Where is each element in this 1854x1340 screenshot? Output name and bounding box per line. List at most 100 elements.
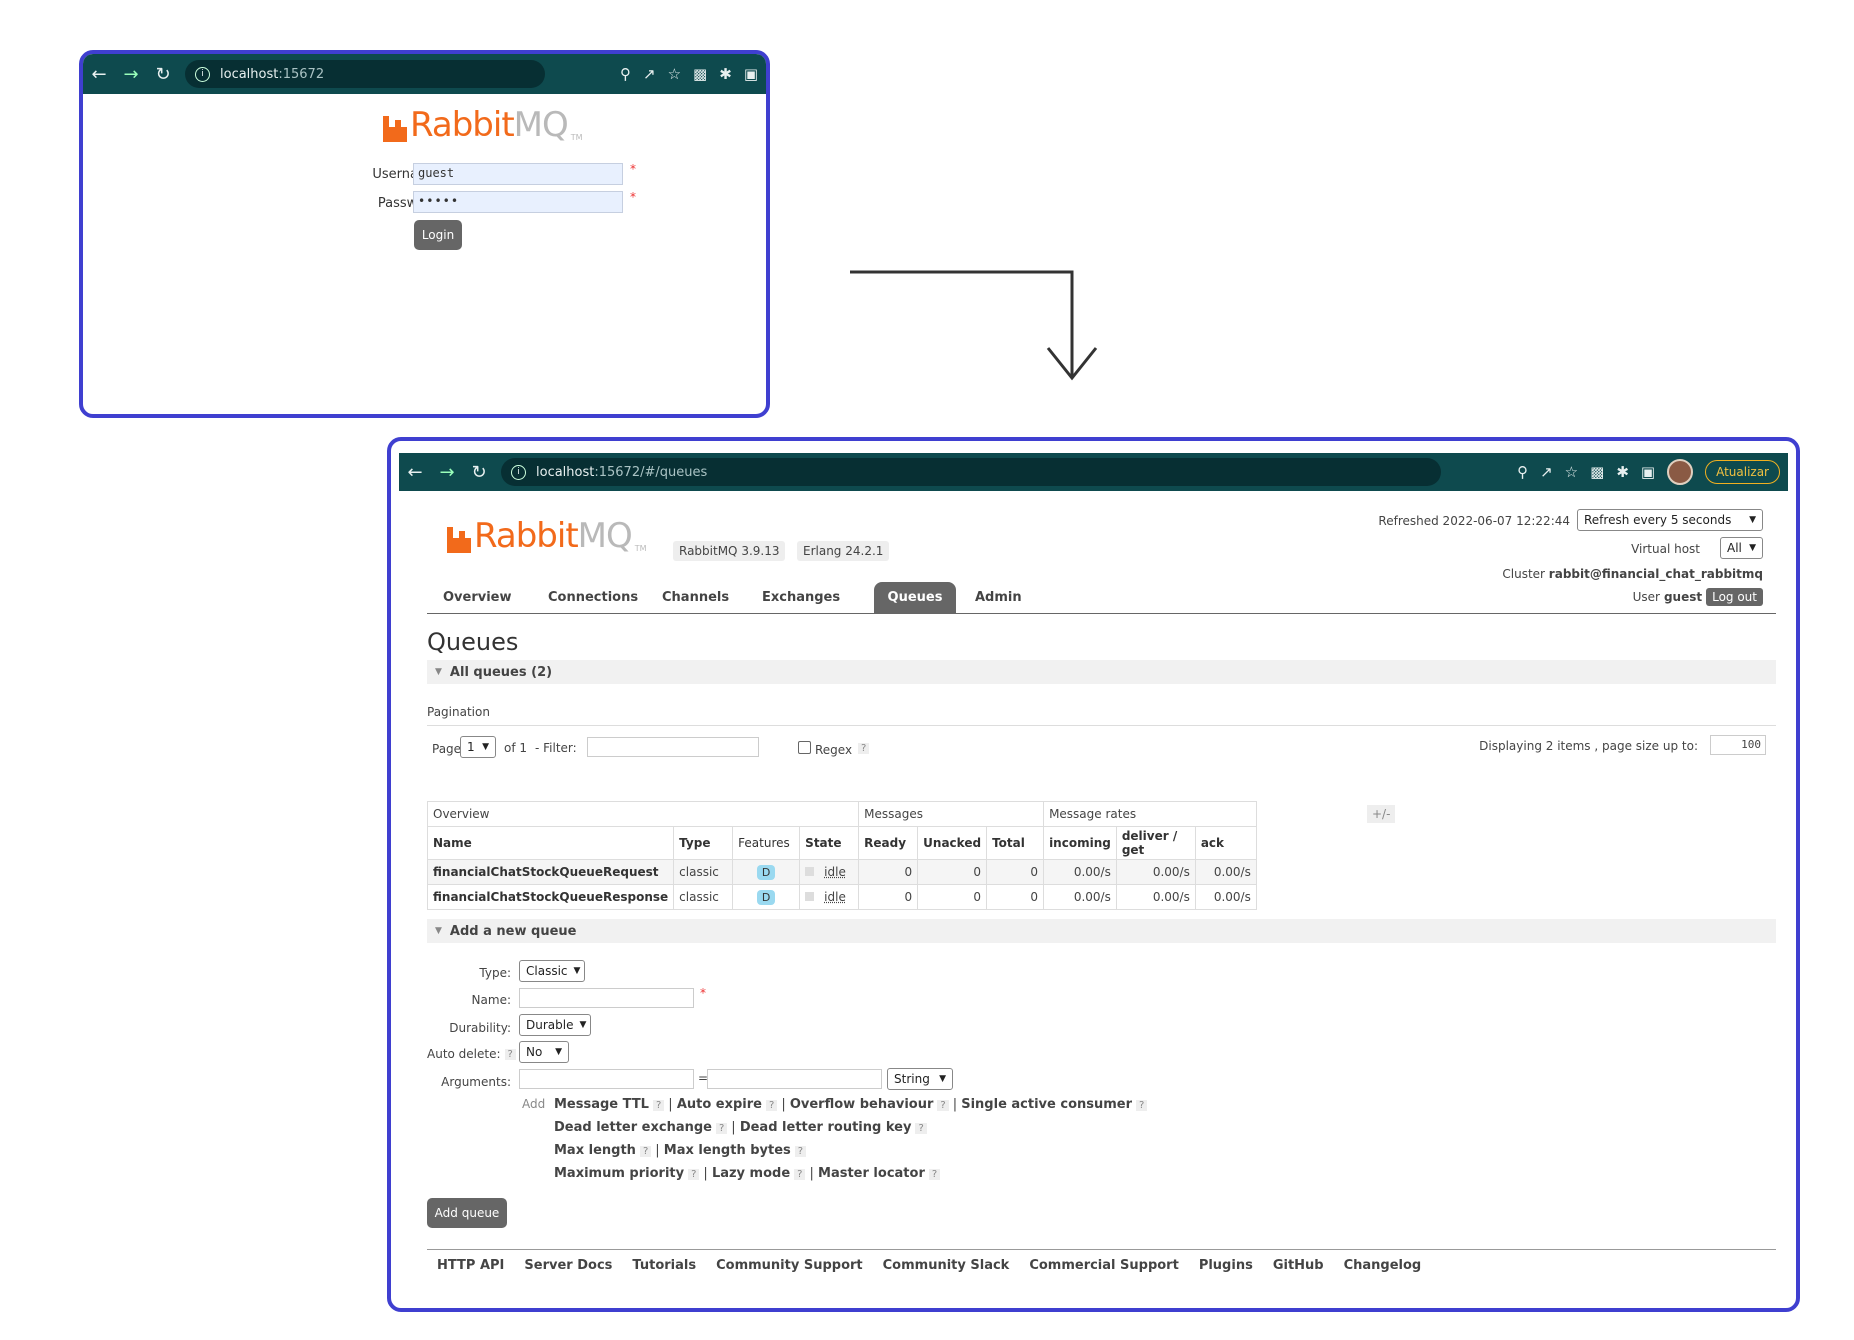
info-icon[interactable]: i bbox=[195, 66, 210, 82]
tab-admin[interactable]: Admin bbox=[975, 590, 1022, 605]
back-icon[interactable]: ← bbox=[399, 454, 431, 490]
footer-link-community-slack[interactable]: Community Slack bbox=[883, 1258, 1010, 1273]
login-button[interactable]: Login bbox=[414, 220, 462, 250]
tab-channels[interactable]: Channels bbox=[662, 590, 729, 605]
qr-icon[interactable]: ▩ bbox=[693, 65, 707, 83]
filter-input[interactable] bbox=[587, 737, 759, 757]
extensions-icon[interactable]: ✱ bbox=[1616, 463, 1629, 481]
reload-icon[interactable]: ↻ bbox=[463, 454, 495, 490]
arg-single-active-consumer[interactable]: Single active consumer bbox=[961, 1097, 1132, 1112]
star-icon[interactable]: ☆ bbox=[668, 65, 681, 83]
chevron-down-icon: ▼ bbox=[1749, 515, 1756, 525]
arg-auto-expire[interactable]: Auto expire bbox=[677, 1097, 762, 1112]
all-queues-section-header[interactable]: ▼ All queues (2) bbox=[427, 660, 1776, 684]
argument-type-select[interactable]: String ▼ bbox=[887, 1068, 953, 1090]
back-icon[interactable]: ← bbox=[83, 56, 115, 92]
queue-name-link[interactable]: financialChatStockQueueRequest bbox=[426, 859, 675, 885]
add-queue-section-header[interactable]: ▼ Add a new queue bbox=[427, 919, 1776, 943]
update-button[interactable]: Atualizar bbox=[1705, 460, 1780, 484]
reload-icon[interactable]: ↻ bbox=[147, 56, 179, 92]
help-icon[interactable]: ? bbox=[715, 1123, 728, 1134]
regex-help-icon[interactable]: ? bbox=[858, 743, 870, 754]
refresh-interval-select[interactable]: Refresh every 5 seconds ▼ bbox=[1577, 509, 1763, 531]
key-icon[interactable]: ⚲ bbox=[1517, 463, 1528, 481]
arg-max-length[interactable]: Max length bbox=[554, 1143, 636, 1158]
password-input[interactable]: ••••• bbox=[413, 191, 623, 213]
arg-max-length-bytes[interactable]: Max length bytes bbox=[664, 1143, 791, 1158]
page-select[interactable]: 1 ▼ bbox=[460, 736, 496, 758]
footer-link-http-api[interactable]: HTTP API bbox=[437, 1258, 504, 1273]
tab-queues[interactable]: Queues bbox=[874, 582, 956, 613]
share-icon[interactable]: ↗ bbox=[643, 65, 656, 83]
help-icon[interactable]: ? bbox=[915, 1123, 927, 1134]
col-ready[interactable]: Ready bbox=[858, 826, 919, 860]
tab-connections[interactable]: Connections bbox=[548, 590, 638, 605]
col-deliver-get[interactable]: deliver / get bbox=[1115, 826, 1196, 860]
argument-value-input[interactable] bbox=[707, 1069, 882, 1089]
virtual-host-select[interactable]: All ▼ bbox=[1720, 537, 1763, 559]
footer-link-github[interactable]: GitHub bbox=[1273, 1258, 1324, 1273]
arg-message-ttl[interactable]: Message TTL bbox=[554, 1097, 649, 1112]
argument-links-row-2: Dead letter exchange? | Dead letter routi… bbox=[554, 1120, 931, 1135]
tab-overview[interactable]: Overview bbox=[443, 590, 512, 605]
add-queue-button[interactable]: Add queue bbox=[427, 1198, 507, 1228]
queue-type-select[interactable]: Classic ▼ bbox=[519, 960, 585, 982]
tab-exchanges[interactable]: Exchanges bbox=[762, 590, 840, 605]
regex-checkbox[interactable] bbox=[798, 741, 811, 754]
arg-lazy-mode[interactable]: Lazy mode bbox=[712, 1166, 790, 1181]
footer-link-commercial-support[interactable]: Commercial Support bbox=[1029, 1258, 1179, 1273]
help-icon[interactable]: ? bbox=[639, 1146, 652, 1157]
qr-icon[interactable]: ▩ bbox=[1590, 463, 1604, 481]
info-icon[interactable]: i bbox=[511, 464, 526, 480]
sidepanel-icon[interactable]: ▣ bbox=[1641, 463, 1655, 481]
forward-icon[interactable]: → bbox=[115, 56, 147, 92]
col-total[interactable]: Total bbox=[986, 826, 1045, 860]
profile-avatar[interactable] bbox=[1667, 459, 1694, 485]
col-ack[interactable]: ack bbox=[1194, 826, 1257, 860]
help-icon[interactable]: ? bbox=[688, 1169, 700, 1180]
arg-maximum-priority[interactable]: Maximum priority bbox=[554, 1166, 684, 1181]
key-icon[interactable]: ⚲ bbox=[620, 65, 631, 83]
queue-name-link[interactable]: financialChatStockQueueResponse bbox=[426, 884, 675, 910]
footer-link-server-docs[interactable]: Server Docs bbox=[524, 1258, 612, 1273]
arg-dead-letter-exchange[interactable]: Dead letter exchange bbox=[554, 1120, 712, 1135]
address-bar[interactable]: i localhost:15672/#/queues bbox=[501, 458, 1441, 486]
help-icon[interactable]: ? bbox=[928, 1169, 941, 1180]
share-icon[interactable]: ↗ bbox=[1540, 463, 1553, 481]
table-row[interactable]: financialChatStockQueueRequest classic D… bbox=[426, 859, 1257, 885]
footer-link-changelog[interactable]: Changelog bbox=[1344, 1258, 1422, 1273]
extensions-icon[interactable]: ✱ bbox=[719, 65, 732, 83]
footer-link-community-support[interactable]: Community Support bbox=[716, 1258, 863, 1273]
queue-name-input[interactable] bbox=[519, 988, 694, 1008]
help-icon[interactable]: ? bbox=[1136, 1100, 1148, 1111]
col-type[interactable]: Type bbox=[673, 826, 734, 860]
auto-delete-help-icon[interactable]: ? bbox=[504, 1048, 516, 1060]
forward-icon[interactable]: → bbox=[431, 454, 463, 490]
address-bar[interactable]: i localhost:15672 bbox=[185, 60, 545, 88]
col-state[interactable]: State bbox=[799, 826, 860, 860]
column-toggle-button[interactable]: +/- bbox=[1367, 805, 1396, 823]
page-size-input[interactable]: 100 bbox=[1710, 735, 1766, 755]
help-icon[interactable]: ? bbox=[652, 1100, 665, 1111]
sidepanel-icon[interactable]: ▣ bbox=[744, 65, 758, 83]
auto-delete-select[interactable]: No ▼ bbox=[519, 1041, 569, 1063]
help-icon[interactable]: ? bbox=[937, 1100, 949, 1111]
help-icon[interactable]: ? bbox=[794, 1169, 806, 1180]
durability-select[interactable]: Durable ▼ bbox=[519, 1014, 591, 1036]
arg-dead-letter-routing-key[interactable]: Dead letter routing key bbox=[740, 1120, 912, 1135]
help-icon[interactable]: ? bbox=[766, 1100, 778, 1111]
star-icon[interactable]: ☆ bbox=[1565, 463, 1578, 481]
table-row[interactable]: financialChatStockQueueResponse classic … bbox=[426, 884, 1257, 910]
col-name[interactable]: Name bbox=[426, 826, 675, 860]
arg-overflow-behaviour[interactable]: Overflow behaviour bbox=[790, 1097, 934, 1112]
col-unacked[interactable]: Unacked bbox=[917, 826, 988, 860]
footer-link-plugins[interactable]: Plugins bbox=[1199, 1258, 1253, 1273]
username-input[interactable]: guest bbox=[413, 163, 623, 185]
argument-key-input[interactable] bbox=[519, 1069, 694, 1089]
col-incoming[interactable]: incoming bbox=[1043, 826, 1117, 860]
footer-link-tutorials[interactable]: Tutorials bbox=[632, 1258, 696, 1273]
rabbitmq-version: RabbitMQ 3.9.13 bbox=[673, 541, 786, 561]
logout-button[interactable]: Log out bbox=[1706, 588, 1763, 606]
help-icon[interactable]: ? bbox=[794, 1146, 807, 1157]
arg-master-locator[interactable]: Master locator bbox=[818, 1166, 925, 1181]
